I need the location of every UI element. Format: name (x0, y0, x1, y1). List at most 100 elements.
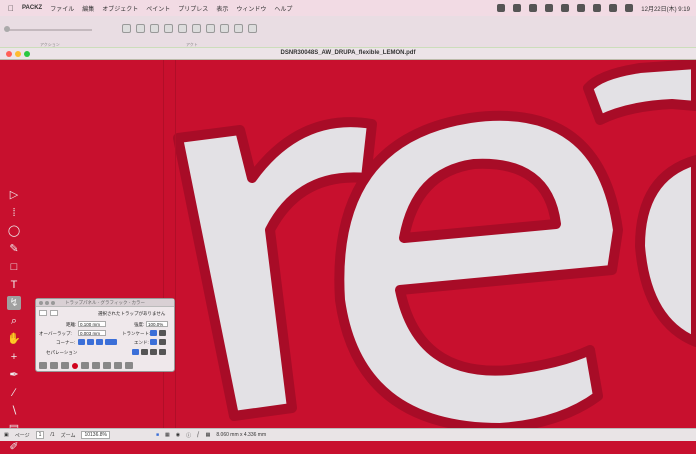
app-menu[interactable]: PACKZ (22, 5, 42, 11)
end-button-2[interactable] (159, 339, 166, 345)
menu-file[interactable]: ファイル (50, 4, 74, 13)
rectangle-tool-icon[interactable]: □ (7, 260, 21, 274)
intensity-input[interactable]: 100.0% (146, 321, 168, 327)
size-icon: ▦ (205, 432, 211, 438)
search-icon[interactable] (609, 4, 618, 12)
trap-swatch-2[interactable] (50, 310, 58, 316)
pen-tool-icon[interactable]: ✎ (7, 242, 21, 256)
status-blue-icon[interactable]: ■ (156, 432, 159, 438)
corner-miter-button[interactable] (78, 339, 85, 345)
tool-scale-icon[interactable] (220, 24, 229, 33)
corner-bevel-button[interactable] (96, 339, 103, 345)
guide-line (175, 60, 176, 428)
apple-menu-icon[interactable]:  (8, 4, 16, 13)
preview-icon[interactable]: ◉ (176, 432, 180, 438)
trap-choke-icon[interactable] (61, 362, 69, 369)
panel-close-button[interactable] (39, 301, 43, 305)
trap-error-icon[interactable] (72, 362, 78, 369)
crosshair-tool-icon[interactable]: + (7, 350, 21, 364)
lasso-tool-icon[interactable]: ◯ (7, 224, 21, 238)
separation-button-3[interactable] (150, 349, 157, 355)
end-button-1[interactable] (150, 339, 157, 345)
menu-help[interactable]: ヘルプ (274, 4, 292, 13)
trap-layer-icon[interactable] (114, 362, 122, 369)
trap-panel-title[interactable]: トラップパネル - グラフィック - カラー (36, 299, 174, 307)
artwork[interactable] (0, 60, 696, 428)
volume-icon[interactable] (561, 4, 570, 12)
truncate-button-1[interactable] (150, 330, 157, 336)
extension-icon-2[interactable] (513, 4, 522, 12)
menu-view[interactable]: 表示 (216, 4, 228, 13)
document-canvas[interactable] (0, 60, 696, 428)
hand-tool-icon[interactable]: ✋ (7, 332, 21, 346)
text-tool-icon[interactable]: T (7, 278, 21, 292)
menu-bar:  PACKZ ファイル 編集 オブジェクト ペイント プリプレス 表示 ウィン… (0, 0, 696, 16)
extension-icon[interactable] (497, 4, 506, 12)
trap-fork-icon[interactable] (92, 362, 100, 369)
trap-settings-icon[interactable] (125, 362, 133, 369)
artwork-letter-a-bowl[interactable] (635, 155, 696, 347)
tool-path-icon[interactable] (206, 24, 215, 33)
control-center-icon[interactable] (625, 4, 634, 12)
separation-button-1[interactable] (132, 349, 139, 355)
panel-zoom-button[interactable] (51, 301, 55, 305)
panel-minimize-button[interactable] (45, 301, 49, 305)
tool-text-icon[interactable] (136, 24, 145, 33)
clock[interactable]: 12月22日(木) 9:19 (641, 4, 690, 13)
measure-tool-icon[interactable]: ∕ (7, 386, 21, 400)
direct-select-tool-icon[interactable]: ⁞ (7, 206, 21, 220)
separation-button-2[interactable] (141, 349, 148, 355)
overlap-label: オーバーラップ: (39, 331, 72, 336)
guide-line (163, 60, 164, 428)
artwork-letter-a[interactable] (583, 60, 696, 125)
tool-circle-icon[interactable] (248, 24, 257, 33)
trap-swatch-1[interactable] (39, 310, 47, 316)
tool-image-icon[interactable] (178, 24, 187, 33)
trap-spread-icon[interactable] (50, 362, 58, 369)
separation-button-4[interactable] (159, 349, 166, 355)
trap-grid-icon[interactable] (81, 362, 89, 369)
menu-window[interactable]: ウィンドウ (236, 4, 266, 13)
tool-link-icon[interactable] (150, 24, 159, 33)
action-slider[interactable] (8, 29, 92, 31)
distance-input[interactable]: 0.100 mm (78, 321, 106, 327)
tool-frame-icon[interactable] (234, 24, 243, 33)
grid-icon[interactable]: ▦ (165, 432, 170, 438)
trap-split-icon[interactable] (103, 362, 111, 369)
menu-prepress[interactable]: プリプレス (178, 4, 208, 13)
menu-paint[interactable]: ペイント (146, 4, 170, 13)
page-label: ページ (14, 432, 30, 439)
page-input[interactable]: 1 (35, 431, 45, 439)
tool-grid-icon[interactable] (122, 24, 131, 33)
document-titlebar: DSNR30048S_AW_DRUPA_flexible_LEMON.pdf (0, 48, 696, 60)
truncate-button-2[interactable] (159, 330, 166, 336)
tool-group-icon[interactable] (192, 24, 201, 33)
corner-extra-button[interactable] (105, 339, 117, 345)
zoom-input[interactable]: 10136.8% (81, 431, 110, 439)
eyedropper-tool-icon[interactable]: ✒ (7, 368, 21, 382)
truncate-label: トランケート: (122, 331, 151, 336)
menu-edit[interactable]: 編集 (82, 4, 94, 13)
tool-cross-icon[interactable] (164, 24, 173, 33)
menu-object[interactable]: オブジェクト (102, 4, 138, 13)
brush-tool-icon[interactable]: ✐ (7, 440, 21, 454)
zoom-label: ズーム (60, 432, 76, 439)
page-total: /1 (50, 432, 55, 438)
selection-dimensions: 8.060 mm x 4.336 mm (216, 432, 267, 438)
overlap-input[interactable]: 0.003 mm (78, 330, 106, 336)
artwork-letter-e[interactable] (334, 110, 623, 428)
action-slider-knob[interactable] (4, 26, 10, 32)
bluetooth-icon[interactable] (545, 4, 554, 12)
info-icon[interactable]: ⓘ (186, 432, 191, 439)
trap-tool-icon[interactable]: ↯ (7, 296, 21, 310)
bracket-icon[interactable]: ⎛ (197, 432, 200, 438)
corner-round-button[interactable] (87, 339, 94, 345)
sync-icon[interactable] (529, 4, 538, 12)
wifi-icon[interactable] (593, 4, 602, 12)
trap-arrow-icon[interactable] (39, 362, 47, 369)
line-tool-icon[interactable]: ∖ (7, 404, 21, 418)
battery-icon[interactable] (577, 4, 586, 12)
trap-status-text: 選択されたトラップがありません (98, 311, 166, 316)
select-tool-icon[interactable]: ▷ (7, 188, 21, 202)
zoom-tool-icon[interactable]: ⌕ (7, 314, 21, 328)
